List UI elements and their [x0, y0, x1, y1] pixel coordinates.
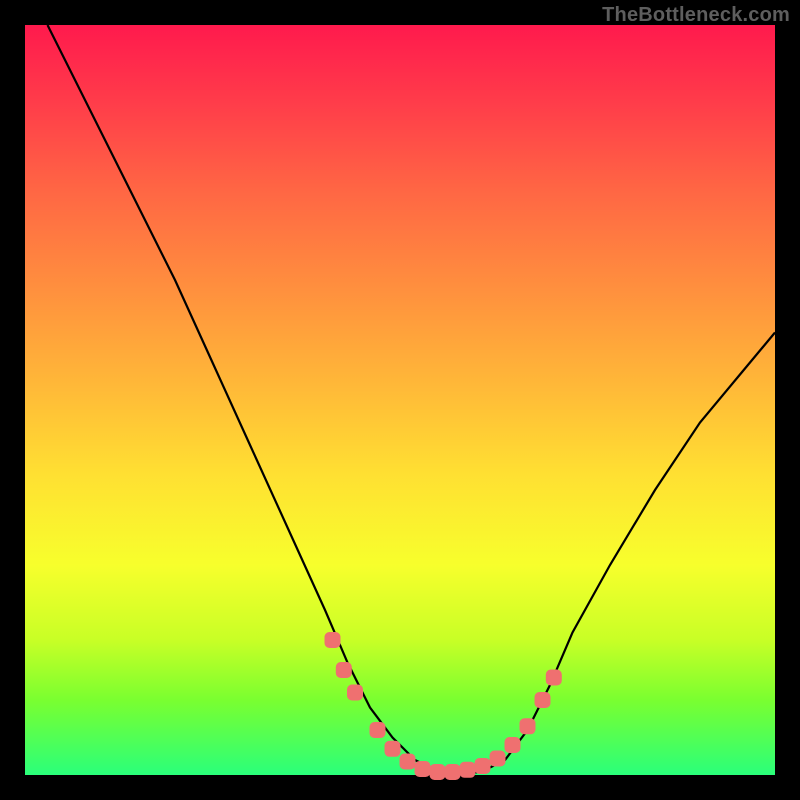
marker-point [535, 692, 551, 708]
marker-point [336, 662, 352, 678]
marker-point [475, 758, 491, 774]
marker-point [505, 737, 521, 753]
chart-overlay [25, 25, 775, 775]
marker-point [415, 761, 431, 777]
highlight-markers [325, 632, 562, 780]
marker-point [430, 764, 446, 780]
marker-point [370, 722, 386, 738]
marker-point [347, 685, 363, 701]
marker-point [546, 670, 562, 686]
marker-point [400, 754, 416, 770]
watermark-text: TheBottleneck.com [602, 4, 790, 27]
marker-point [385, 741, 401, 757]
marker-point [325, 632, 341, 648]
bottleneck-curve [48, 25, 776, 775]
chart-frame: TheBottleneck.com [0, 0, 800, 800]
marker-point [520, 718, 536, 734]
marker-point [490, 751, 506, 767]
marker-point [445, 764, 461, 780]
marker-point [460, 762, 476, 778]
